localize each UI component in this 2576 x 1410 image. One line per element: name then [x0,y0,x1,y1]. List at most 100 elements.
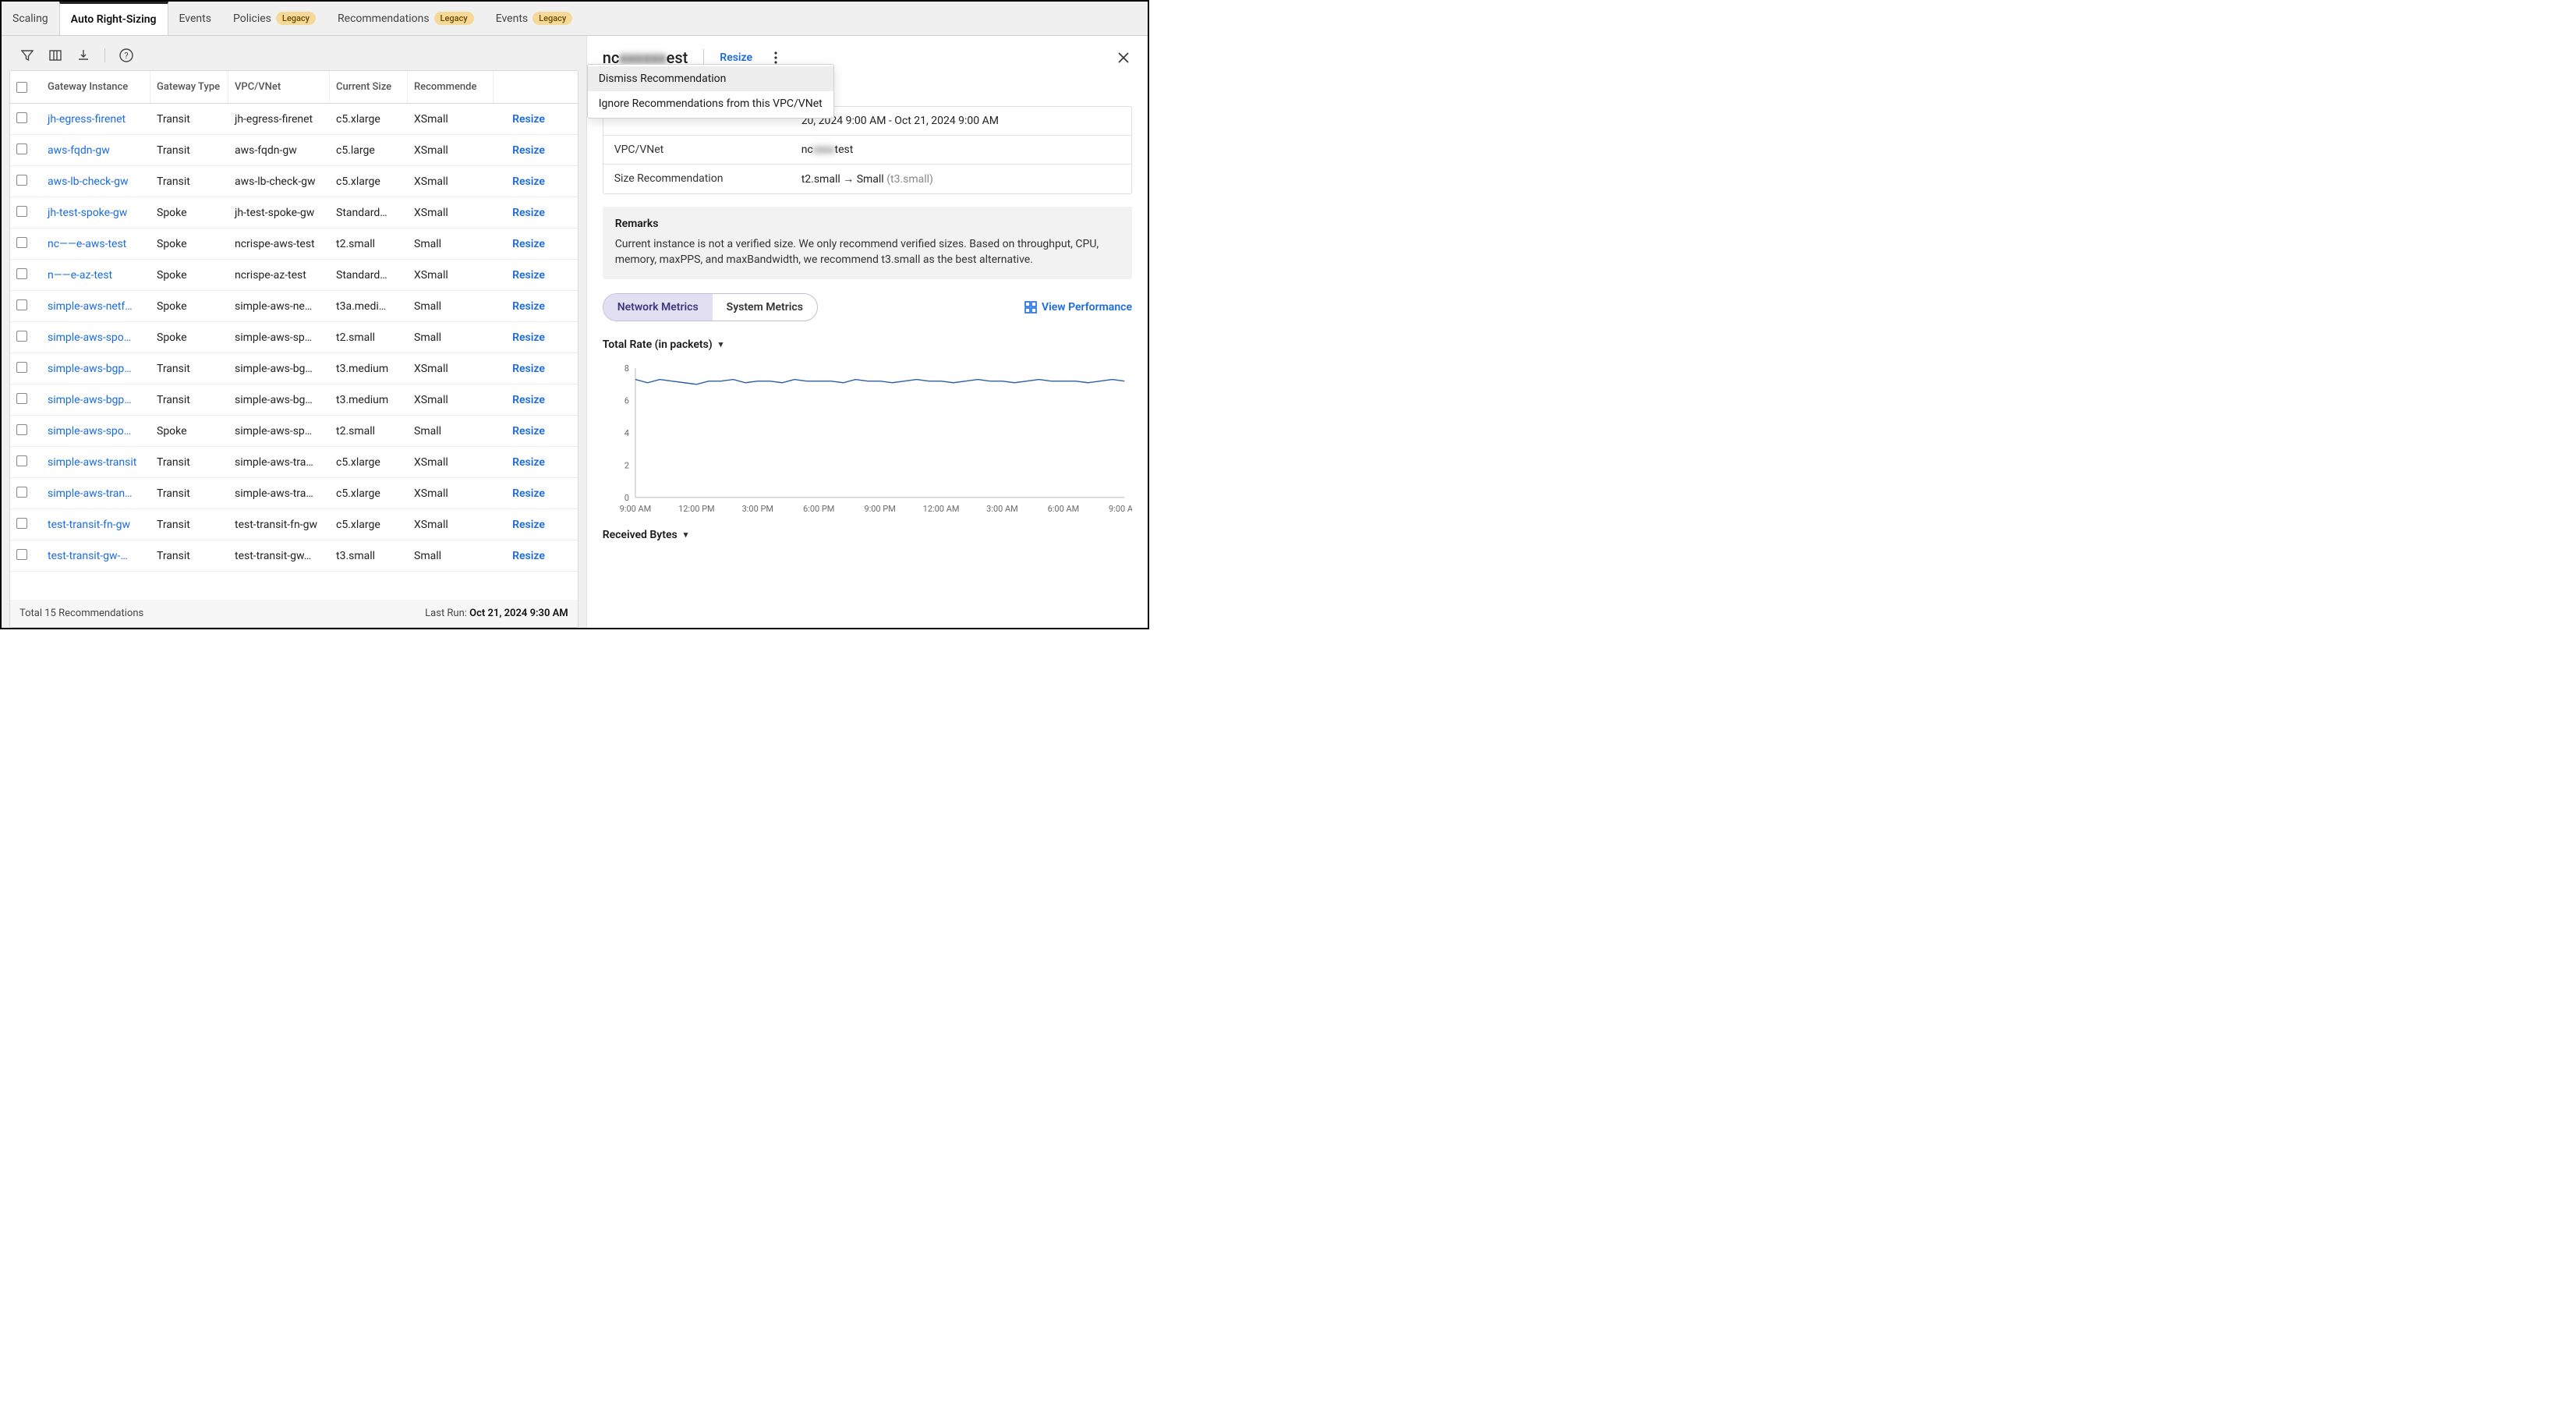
menu-ignore-vpc[interactable]: Ignore Recommendations from this VPC/VNe… [588,91,833,116]
col-vpc-vnet[interactable]: VPC/VNet [228,71,330,103]
table-row[interactable]: test-transit-fn-gwTransittest-transit-fn… [10,509,578,540]
tab-events-legacy[interactable]: EventsLegacy [485,2,584,35]
gateway-instance-link[interactable]: simple-aws-bgp… [41,394,150,406]
resize-row-button[interactable]: Resize [494,425,564,438]
gateway-instance-link[interactable]: jh-test-spoke-gw [41,207,150,219]
table-row[interactable]: test-transit-gw-…Transittest-transit-gw…… [10,540,578,572]
resize-row-button[interactable]: Resize [494,113,564,126]
table-row[interactable]: n——e-az-testSpokencrispe-az-testStandard… [10,260,578,291]
resize-button[interactable]: Resize [720,51,752,64]
table-row[interactable]: simple-aws-netf…Spokesimple-aws-ne…t3a.m… [10,291,578,322]
more-menu-dropdown: Dismiss Recommendation Ignore Recommenda… [587,64,834,119]
gateway-instance-link[interactable]: simple-aws-bgp… [41,363,150,375]
vpc-vnet: simple-aws-sp… [228,425,330,438]
table-row[interactable]: simple-aws-spo…Spokesimple-aws-sp…t2.sma… [10,416,578,447]
help-icon[interactable]: ? [119,48,133,62]
recommended-size: Small [408,238,494,250]
gateway-type: Transit [150,363,228,375]
gateway-instance-link[interactable]: aws-fqdn-gw [41,144,150,157]
row-checkbox[interactable] [16,424,27,435]
gateway-type: Spoke [150,425,228,438]
gateway-type: Transit [150,175,228,188]
resize-row-button[interactable]: Resize [494,175,564,188]
filter-icon[interactable] [20,48,34,62]
tab-system-metrics[interactable]: System Metrics [713,294,817,321]
resize-row-button[interactable]: Resize [494,394,564,406]
tab-recommendations-legacy[interactable]: RecommendationsLegacy [327,2,485,35]
row-checkbox[interactable] [16,549,27,560]
table-row[interactable]: aws-lb-check-gwTransitaws-lb-check-gwc5.… [10,166,578,197]
gateway-instance-link[interactable]: simple-aws-tran… [41,487,150,500]
col-recommended[interactable]: Recommende [408,71,494,103]
more-menu-icon[interactable] [768,50,784,66]
resize-row-button[interactable]: Resize [494,300,564,313]
table-row[interactable]: jh-test-spoke-gwSpokejh-test-spoke-gwSta… [10,197,578,229]
table-row[interactable]: simple-aws-spo…Spokesimple-aws-sp…t2.sma… [10,322,578,353]
row-checkbox[interactable] [16,112,27,123]
resize-row-button[interactable]: Resize [494,238,564,250]
resize-row-button[interactable]: Resize [494,550,564,562]
select-all-checkbox[interactable] [16,82,27,93]
row-checkbox[interactable] [16,299,27,310]
gateway-instance-link[interactable]: test-transit-fn-gw [41,519,150,531]
col-gateway-instance[interactable]: Gateway Instance [41,71,150,103]
tab-network-metrics[interactable]: Network Metrics [603,294,713,321]
gateway-instance-link[interactable]: simple-aws-netf… [41,300,150,313]
current-size: c5.large [330,144,408,157]
current-size: t2.small [330,238,408,250]
tab-policies-legacy[interactable]: PoliciesLegacy [222,2,327,35]
columns-icon[interactable] [48,48,62,62]
row-checkbox[interactable] [16,393,27,404]
gateway-instance-link[interactable]: nc——e-aws-test [41,238,150,250]
gateway-instance-link[interactable]: n——e-az-test [41,269,150,282]
table-row[interactable]: nc——e-aws-testSpokencrispe-aws-testt2.sm… [10,229,578,260]
gateway-type: Spoke [150,207,228,219]
tab-auto-right-sizing[interactable]: Auto Right-Sizing [59,2,168,35]
resize-row-button[interactable]: Resize [494,519,564,531]
row-checkbox[interactable] [16,518,27,529]
recommended-size: XSmall [408,394,494,406]
chevron-down-icon[interactable]: ▾ [684,530,688,540]
vpc-vnet: test-transit-gw… [228,550,330,562]
resize-row-button[interactable]: Resize [494,144,564,157]
download-icon[interactable] [76,48,90,62]
resize-row-button[interactable]: Resize [494,269,564,282]
col-current-size[interactable]: Current Size [330,71,408,103]
gateway-instance-link[interactable]: simple-aws-spo… [41,331,150,344]
table-row[interactable]: aws-fqdn-gwTransitaws-fqdn-gwc5.largeXSm… [10,135,578,166]
row-checkbox[interactable] [16,237,27,248]
gateway-type: Spoke [150,300,228,313]
table-row[interactable]: simple-aws-bgp…Transitsimple-aws-bg…t3.m… [10,353,578,384]
table-row[interactable]: simple-aws-bgp…Transitsimple-aws-bg…t3.m… [10,384,578,416]
view-performance-link[interactable]: View Performance [1024,301,1132,314]
gateway-instance-link[interactable]: simple-aws-transit [41,456,150,469]
menu-dismiss-recommendation[interactable]: Dismiss Recommendation [588,66,833,91]
col-gateway-type[interactable]: Gateway Type [150,71,228,103]
table-row[interactable]: simple-aws-transitTransitsimple-aws-tra…… [10,447,578,478]
close-icon[interactable] [1115,49,1132,66]
row-checkbox[interactable] [16,175,27,186]
gateway-instance-link[interactable]: jh-egress-firenet [41,113,150,126]
row-checkbox[interactable] [16,206,27,217]
gateway-instance-link[interactable]: aws-lb-check-gw [41,175,150,188]
row-checkbox[interactable] [16,331,27,342]
row-checkbox[interactable] [16,143,27,154]
recommended-size: XSmall [408,456,494,469]
tab-events[interactable]: Events [168,2,222,35]
resize-row-button[interactable]: Resize [494,331,564,344]
gateway-instance-link[interactable]: simple-aws-spo… [41,425,150,438]
gateway-instance-link[interactable]: test-transit-gw-… [41,550,150,562]
table-row[interactable]: simple-aws-tran…Transitsimple-aws-tra…c5… [10,478,578,509]
resize-row-button[interactable]: Resize [494,363,564,375]
resize-row-button[interactable]: Resize [494,487,564,500]
table-row[interactable]: jh-egress-firenetTransitjh-egress-firene… [10,104,578,135]
resize-row-button[interactable]: Resize [494,456,564,469]
row-checkbox[interactable] [16,362,27,373]
row-checkbox[interactable] [16,487,27,498]
row-checkbox[interactable] [16,268,27,279]
row-checkbox[interactable] [16,455,27,466]
chevron-down-icon[interactable]: ▾ [719,339,724,349]
resize-row-button[interactable]: Resize [494,207,564,219]
tab-scaling[interactable]: Scaling [2,2,59,35]
vpc-vnet: simple-aws-tra… [228,456,330,469]
